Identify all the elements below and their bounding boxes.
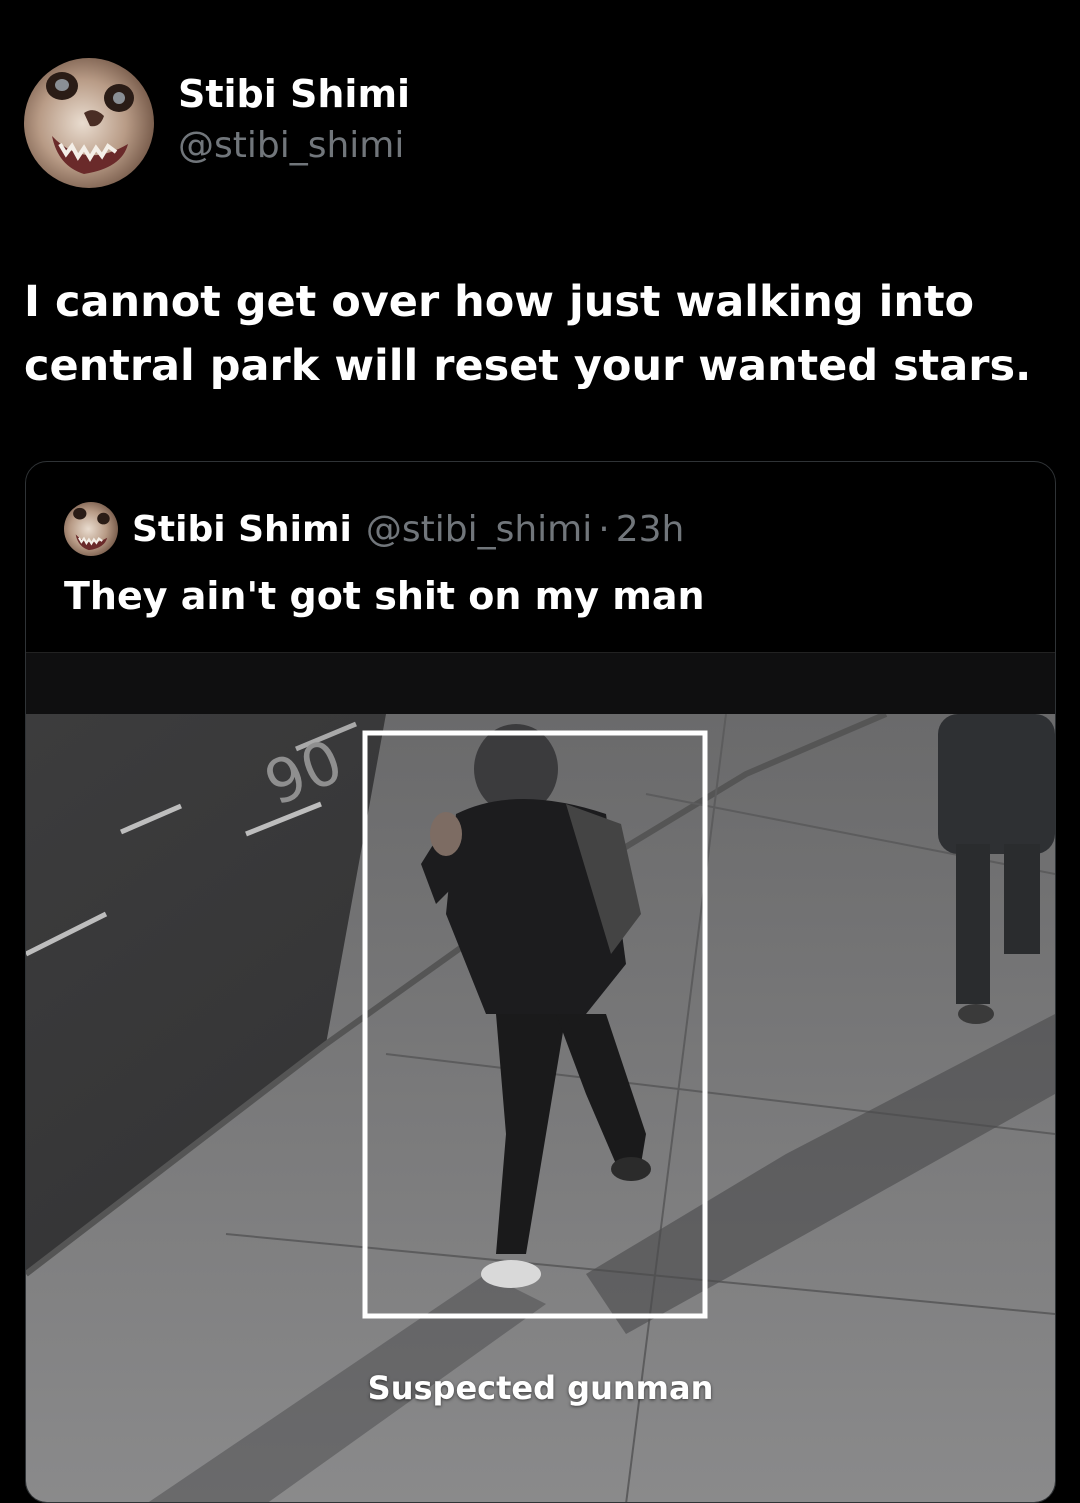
tweet-text: I cannot get over how just walking into …: [24, 277, 1032, 391]
quoted-tweet-card[interactable]: Stibi Shimi @stibi_shimi · 23h They ain'…: [25, 461, 1056, 1503]
quoted-user-handle[interactable]: @stibi_shimi: [366, 509, 592, 550]
quoted-display-name[interactable]: Stibi Shimi: [132, 509, 352, 550]
tweet-header: Stibi Shimi @stibi_shimi: [24, 58, 410, 188]
media-caption: Suspected gunman: [367, 1369, 714, 1407]
quoted-avatar[interactable]: [64, 502, 118, 556]
user-handle[interactable]: @stibi_shimi: [178, 123, 410, 169]
quoted-media-image[interactable]: 90 Suspected gunman: [26, 714, 1055, 1502]
display-name[interactable]: Stibi Shimi: [178, 71, 410, 117]
author-info: Stibi Shimi @stibi_shimi: [178, 71, 410, 169]
quoted-tweet-text: They ain't got shit on my man: [64, 574, 705, 618]
separator-dot: ·: [598, 508, 610, 550]
media-top-band: [26, 652, 1055, 715]
quoted-tweet-header: Stibi Shimi @stibi_shimi · 23h: [64, 502, 684, 556]
avatar[interactable]: [24, 58, 154, 188]
quoted-timestamp[interactable]: 23h: [616, 509, 685, 550]
